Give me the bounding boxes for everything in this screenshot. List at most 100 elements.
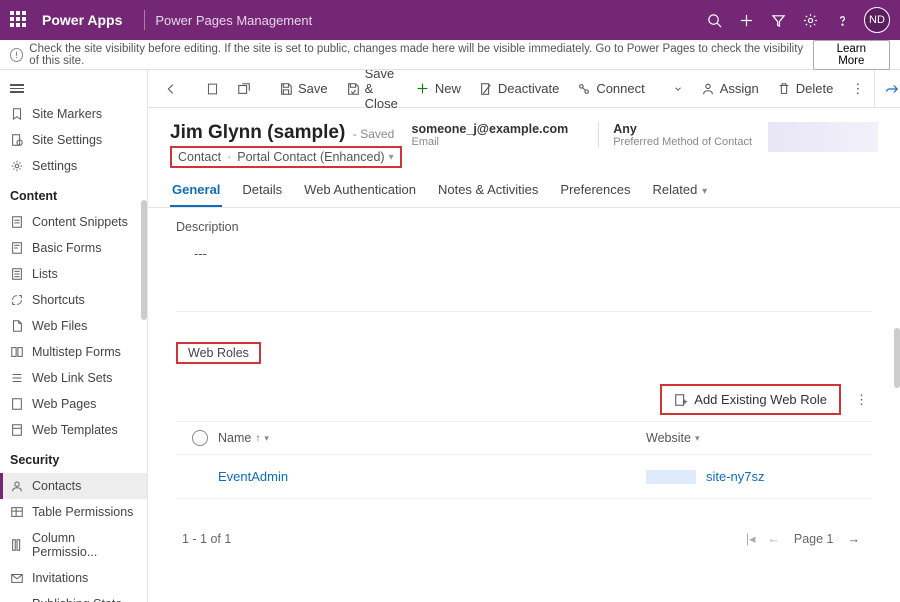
multistep-icon [10,345,24,359]
column-name[interactable]: Name ↑▾ [218,431,646,445]
help-icon[interactable] [826,4,858,36]
assign-button[interactable]: Assign [693,77,767,100]
grid-footer: 1 - 1 of 1 |◂ ← Page 1 → [176,499,872,552]
sidebar-item-multistep-forms[interactable]: Multistep Forms [0,339,147,365]
page-icon [10,397,24,411]
sidebar-item-label: Basic Forms [32,241,101,255]
row-count: 1 - 1 of 1 [182,532,231,546]
assign-icon [701,82,715,96]
learn-more-button[interactable]: Learn More [813,40,890,70]
save-icon [279,82,293,96]
sidebar-item-web-link-sets[interactable]: Web Link Sets [0,365,147,391]
connect-button[interactable]: Connect [569,77,652,100]
sidebar-item-lists[interactable]: Lists [0,261,147,287]
prev-page-button[interactable]: ← [761,530,786,548]
web-roles-overflow[interactable]: ⋮ [851,388,872,412]
add-existing-web-role-button[interactable]: Add Existing Web Role [660,384,841,415]
sidebar-item-basic-forms[interactable]: Basic Forms [0,235,147,261]
new-button[interactable]: New [408,77,469,100]
user-avatar[interactable]: ND [864,7,890,33]
sidebar-scrollbar[interactable] [141,200,147,320]
template-icon [10,423,24,437]
sidebar-item-label: Table Permissions [32,505,133,519]
entity-form-selector[interactable]: Contact · Portal Contact (Enhanced) ▾ [170,146,402,168]
connect-dropdown[interactable] [665,80,691,98]
sidebar-item-label: Content Snippets [32,215,128,229]
sidebar-item-publishing-state-tr-[interactable]: Publishing State Tr... [0,591,147,602]
open-new-window-button[interactable] [229,78,259,100]
role-name-link[interactable]: EventAdmin [218,469,288,484]
top-app-bar: Power Apps Power Pages Management ND [0,0,900,40]
sidebar-item-invitations[interactable]: Invitations [0,565,147,591]
sort-asc-icon: ↑ [255,433,260,444]
record-header: Jim Glynn (sample) - Saved Contact · Por… [148,108,900,168]
settings-icon[interactable] [794,4,826,36]
preferred-method-label: Preferred Method of Contact [613,136,752,148]
sidebar-item-contacts[interactable]: Contacts [0,473,147,499]
nav-collapse-button[interactable] [0,76,147,101]
sidebar-item-column-permissio-[interactable]: Column Permissio... [0,525,147,565]
share-button[interactable]: Share▾ [874,70,900,107]
left-nav: Site Markers Site SettingsSettings Conten… [0,70,148,602]
sidebar-item-content-snippets[interactable]: Content Snippets [0,209,147,235]
save-button[interactable]: Save [271,77,336,100]
search-icon[interactable] [698,4,730,36]
sidebar-item-shortcuts[interactable]: Shortcuts [0,287,147,313]
column-website[interactable]: Website ▾ [646,431,866,445]
record-image[interactable] [768,122,878,152]
overflow-button[interactable]: ⋮ [843,77,872,101]
back-button[interactable] [156,78,186,100]
divider [144,10,145,30]
web-roles-toolbar: Add Existing Web Role ⋮ [176,384,872,415]
sidebar-item-table-permissions[interactable]: Table Permissions [0,499,147,525]
select-all-checkbox[interactable] [192,430,208,446]
delete-icon [777,82,791,96]
sidebar-item-web-templates[interactable]: Web Templates [0,417,147,443]
form-tabs: General Details Web Authentication Notes… [148,168,900,208]
grid-header: Name ↑▾ Website ▾ [176,422,872,455]
app-subtitle: Power Pages Management [155,13,312,28]
info-icon: ! [10,48,23,62]
add-icon[interactable] [730,4,762,36]
tab-details[interactable]: Details [240,182,284,207]
table-row[interactable]: EventAdmin site-ny7sz [176,455,872,499]
email-label: Email [412,136,569,148]
sidebar-item-label: Web Templates [32,423,118,437]
tab-preferences[interactable]: Preferences [558,182,632,207]
chevron-down-icon: ▾ [389,152,394,163]
sidebar-item-label: Web Files [32,319,87,333]
tab-notes[interactable]: Notes & Activities [436,182,540,207]
sidebar-item-web-files[interactable]: Web Files [0,313,147,339]
sidebar-item-web-pages[interactable]: Web Pages [0,391,147,417]
sidebar-item-label: Contacts [32,479,81,493]
website-link[interactable]: site-ny7sz [706,469,765,484]
first-page-button[interactable]: |◂ [740,529,762,548]
sidebar-item-site-markers[interactable]: Site Markers [0,101,147,127]
deactivate-button[interactable]: Deactivate [471,77,567,100]
sidebar-item-label: Publishing State Tr... [32,597,137,602]
sidebar-item-label: Column Permissio... [32,531,137,559]
sidebar-item-label: Lists [32,267,58,281]
tab-web-auth[interactable]: Web Authentication [302,182,418,207]
sidebar-item-settings[interactable]: Settings [0,153,147,179]
tab-related[interactable]: Related ▾ [651,182,710,207]
sidebar-item-label: Site Markers [32,107,102,121]
gear-icon [10,159,24,173]
tab-general[interactable]: General [170,182,222,207]
filter-icon[interactable] [762,4,794,36]
sidebar-item-label: Multistep Forms [32,345,121,359]
entity-name: Contact [178,150,221,164]
plus-icon [416,82,430,96]
content-scrollbar[interactable] [894,328,900,388]
bookmark-icon [10,107,24,121]
delete-button[interactable]: Delete [769,77,842,100]
description-value: --- [184,246,864,261]
sidebar-item-label: Invitations [32,571,88,585]
share-icon [885,82,899,96]
next-page-button[interactable]: → [842,530,867,548]
app-launcher-icon[interactable] [10,11,28,29]
sidebar-item-site-settings[interactable]: Site Settings [0,127,147,153]
brand-label: Power Apps [42,12,122,28]
open-record-set-button[interactable] [198,78,227,100]
description-field[interactable]: --- [176,240,872,312]
